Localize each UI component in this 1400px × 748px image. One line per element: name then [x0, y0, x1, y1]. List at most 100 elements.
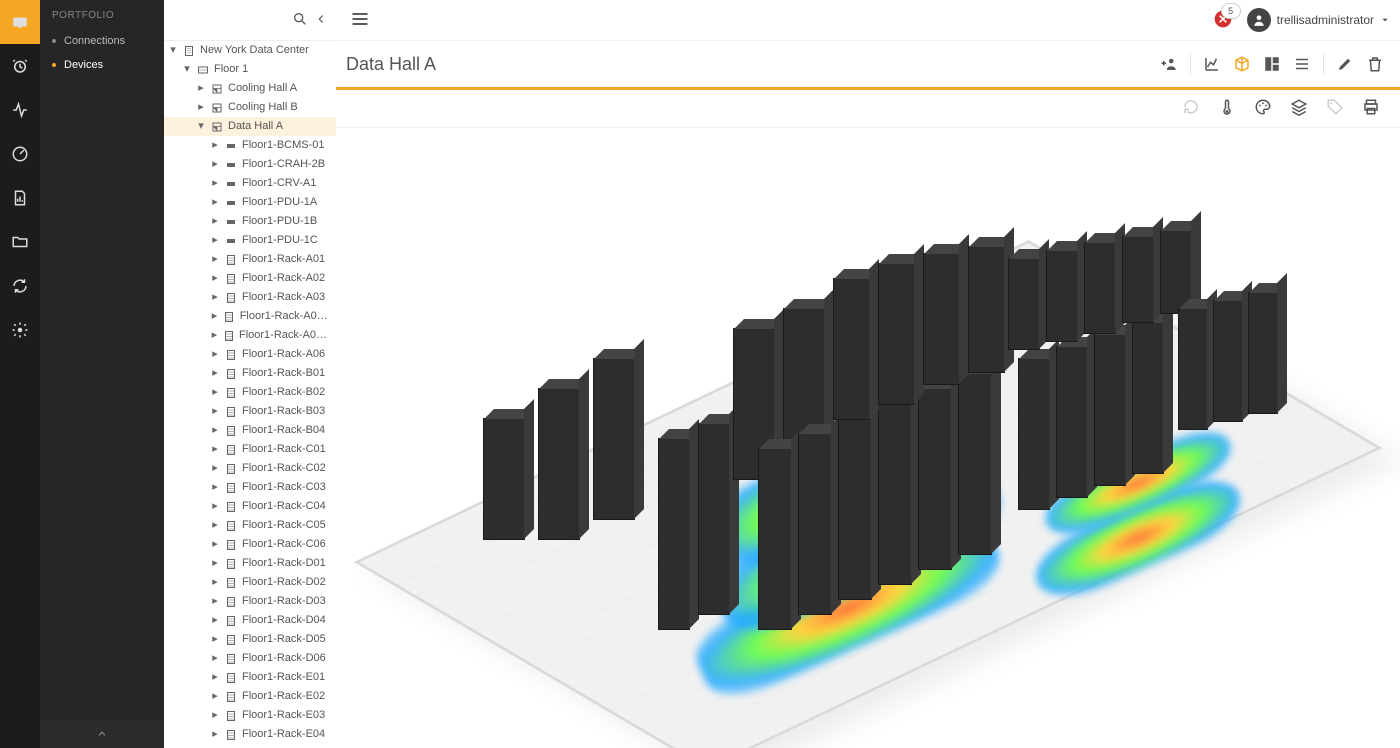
chart-view-button[interactable]: [1203, 55, 1221, 73]
thermometer-button[interactable]: [1218, 98, 1236, 119]
rail-sync[interactable]: [0, 264, 40, 308]
rack-3d[interactable]: [1122, 236, 1154, 323]
hamburger-icon[interactable]: [350, 9, 370, 32]
tree-node[interactable]: ▸Floor1-Rack-D03: [164, 592, 336, 611]
rail-folder[interactable]: [0, 220, 40, 264]
3d-canvas[interactable]: [336, 128, 1400, 748]
rack-3d[interactable]: [968, 246, 1005, 373]
add-people-button[interactable]: [1160, 55, 1178, 73]
rail-alarm[interactable]: [0, 44, 40, 88]
tree-node-label: Floor1-Rack-E04: [242, 727, 325, 742]
rack-3d[interactable]: [1094, 334, 1126, 486]
rack-icon: [224, 520, 238, 532]
tag-button[interactable]: [1326, 98, 1344, 119]
rack-3d[interactable]: [1178, 308, 1208, 430]
palette-button[interactable]: [1254, 98, 1272, 119]
tree-node[interactable]: ▸Floor1-Rack-C05: [164, 516, 336, 535]
tree-node[interactable]: ▸Floor1-BCMS-01: [164, 136, 336, 155]
3d-view-button[interactable]: [1233, 55, 1251, 73]
rack-3d[interactable]: [1046, 250, 1078, 342]
rail-settings[interactable]: [0, 308, 40, 352]
tree-node[interactable]: ▸Floor1-Rack-C03: [164, 478, 336, 497]
rack-3d[interactable]: [798, 433, 832, 615]
plan-icon: [210, 83, 224, 95]
tree-node[interactable]: ▸Floor1-Rack-D02: [164, 573, 336, 592]
rack-3d[interactable]: [878, 263, 915, 405]
tree-node[interactable]: ▾Floor 1: [164, 60, 336, 79]
tree-node[interactable]: ▸Floor1-Rack-C01: [164, 440, 336, 459]
rack-3d[interactable]: [833, 278, 870, 420]
rail-activity[interactable]: [0, 88, 40, 132]
rack-3d[interactable]: [483, 418, 525, 540]
edit-button[interactable]: [1336, 55, 1354, 73]
tree-collapse-icon[interactable]: [314, 12, 328, 29]
tree-node[interactable]: ▸Floor1-Rack-A03: [164, 288, 336, 307]
tree-node[interactable]: ▸Floor1-Rack-A04-HP: [164, 307, 336, 326]
tree-node[interactable]: ▸Floor1-Rack-E04: [164, 725, 336, 744]
tree-node[interactable]: ▸Cooling Hall B: [164, 98, 336, 117]
tree-node[interactable]: ▸Floor1-Rack-E01: [164, 668, 336, 687]
portfolio-link-connections[interactable]: Connections: [40, 29, 164, 53]
rack-3d[interactable]: [1213, 300, 1243, 422]
rack-3d[interactable]: [1248, 292, 1278, 414]
tree-node[interactable]: ▸Cooling Hall A: [164, 79, 336, 98]
tree-node[interactable]: ▸Floor1-Rack-A01: [164, 250, 336, 269]
tree-node[interactable]: ▸Floor1-Rack-D05: [164, 630, 336, 649]
rack-3d[interactable]: [1008, 258, 1040, 350]
layers-button[interactable]: [1290, 98, 1308, 119]
rack-3d[interactable]: [1056, 346, 1088, 498]
rack-3d[interactable]: [958, 373, 992, 555]
user-menu[interactable]: trellisadministrator: [1247, 8, 1390, 32]
alerts-button[interactable]: 5: [1213, 9, 1233, 32]
portfolio-link-devices[interactable]: Devices: [40, 53, 164, 77]
tree-node[interactable]: ▸Floor1-Rack-B04: [164, 421, 336, 440]
tree-node[interactable]: ▸Floor1-Rack-C06: [164, 535, 336, 554]
portfolio-collapse[interactable]: [40, 720, 164, 748]
rack-3d[interactable]: [593, 358, 635, 520]
tree-node[interactable]: ▾Data Hall A: [164, 117, 336, 136]
rack-3d[interactable]: [918, 388, 952, 570]
tree-node[interactable]: ▸Floor1-Rack-C04: [164, 497, 336, 516]
tree-node[interactable]: ▸Floor1-Rack-C02: [164, 459, 336, 478]
rack-3d[interactable]: [838, 418, 872, 600]
panel-view-button[interactable]: [1263, 55, 1281, 73]
tree-node[interactable]: ▸Floor1-Rack-B01: [164, 364, 336, 383]
tree-node[interactable]: ▾New York Data Center: [164, 41, 336, 60]
rack-icon: [223, 311, 236, 323]
tree-node[interactable]: ▸Floor1-Rack-E03: [164, 706, 336, 725]
tree-node[interactable]: ▸Floor1-PDU-1B: [164, 212, 336, 231]
rail-dashboard[interactable]: [0, 0, 40, 44]
tree-node[interactable]: ▸Floor1-Rack-A02: [164, 269, 336, 288]
tree-node[interactable]: ▸Floor1-Rack-A06: [164, 345, 336, 364]
rack-3d[interactable]: [878, 403, 912, 585]
rack-3d[interactable]: [758, 448, 792, 630]
tree-node[interactable]: ▸Floor1-CRAH-2B: [164, 155, 336, 174]
rack-3d[interactable]: [1084, 242, 1116, 334]
tree-node[interactable]: ▸Floor1-PDU-1C: [164, 231, 336, 250]
tree-node[interactable]: ▸Floor1-Rack-D04: [164, 611, 336, 630]
tree-node-label: Floor1-Rack-A04-HP: [240, 309, 332, 324]
tree-node[interactable]: ▸Floor1-CRV-A1: [164, 174, 336, 193]
device-tree[interactable]: ▾New York Data Center▾Floor 1▸Cooling Ha…: [164, 41, 336, 748]
delete-button[interactable]: [1366, 55, 1384, 73]
list-view-button[interactable]: [1293, 55, 1311, 73]
tree-node[interactable]: ▸Floor1-Rack-D06: [164, 649, 336, 668]
tree-node[interactable]: ▸Floor1-PDU-1A: [164, 193, 336, 212]
tree-node[interactable]: ▸Floor1-Rack-E02: [164, 687, 336, 706]
rail-gauge[interactable]: [0, 132, 40, 176]
rack-3d[interactable]: [1018, 358, 1050, 510]
rack-3d[interactable]: [1132, 322, 1164, 474]
tree-node[interactable]: ▸Floor1-Rack-B03: [164, 402, 336, 421]
rack-3d[interactable]: [923, 253, 960, 385]
rack-3d[interactable]: [538, 388, 580, 540]
tree-node[interactable]: ▸Floor1-Rack-E05: [164, 744, 336, 748]
rack-3d[interactable]: [698, 423, 730, 615]
tree-node[interactable]: ▸Floor1-Rack-B02: [164, 383, 336, 402]
tree-search-icon[interactable]: [292, 11, 308, 30]
rack-3d[interactable]: [658, 438, 690, 630]
rail-report[interactable]: [0, 176, 40, 220]
tree-node[interactable]: ▸Floor1-Rack-D01: [164, 554, 336, 573]
tree-node[interactable]: ▸Floor1-Rack-A05-IBM: [164, 326, 336, 345]
print-button[interactable]: [1362, 98, 1380, 119]
refresh-button[interactable]: [1182, 98, 1200, 119]
